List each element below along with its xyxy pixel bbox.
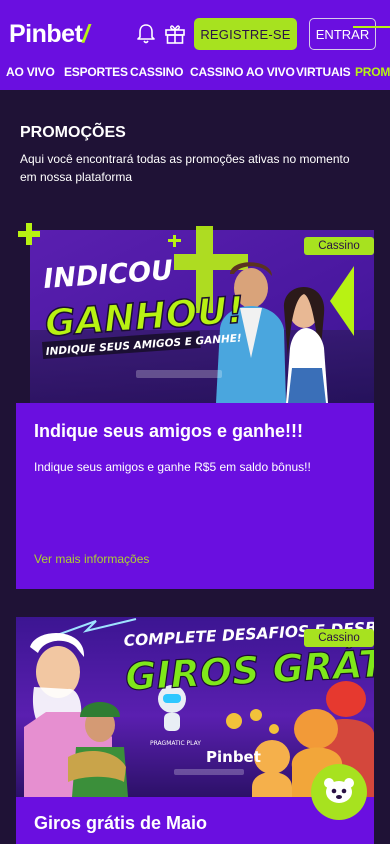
- nav-item-cassino[interactable]: CASSINO: [130, 65, 183, 79]
- promo-description: Indique seus amigos e ganhe R$5 em saldo…: [34, 460, 311, 474]
- pinbet-logo[interactable]: Pinbet/: [9, 20, 89, 49]
- category-badge: Cassino: [304, 629, 374, 647]
- bell-icon[interactable]: [134, 21, 158, 47]
- nav-item-ao-vivo[interactable]: AO VIVO: [6, 65, 55, 79]
- gift-icon[interactable]: [163, 21, 187, 47]
- nav-item-esportes[interactable]: ESPORTES: [64, 65, 128, 79]
- promo-banner-referral[interactable]: INDICOU GANHOU! INDIQUE SEUS AMIGOS E GA…: [16, 218, 374, 403]
- logo-mark: /: [82, 20, 89, 48]
- promo-card-referral[interactable]: Indique seus amigos e ganhe!!! Indique s…: [16, 403, 374, 589]
- nav-item-promocoes[interactable]: PROMO: [355, 65, 390, 79]
- register-button[interactable]: REGISTRE-SE: [194, 18, 297, 50]
- logo-text: Pinbet: [9, 20, 83, 48]
- promo-title: Indique seus amigos e ganhe!!!: [34, 421, 304, 441]
- more-info-link[interactable]: Ver mais informações: [34, 552, 149, 566]
- promo-title: Giros grátis de Maio: [34, 813, 208, 833]
- category-badge: Cassino: [304, 237, 374, 255]
- banner2-partner: PRAGMATIC PLAY: [150, 740, 201, 747]
- login-button[interactable]: ENTRAR: [309, 18, 376, 50]
- nav-item-cassino-ao-vivo[interactable]: CASSINO AO VIVO: [190, 65, 295, 79]
- category-nav: AO VIVO ESPORTES CASSINO CASSINO AO VIVO…: [0, 62, 390, 86]
- page-title: PROMOÇÕES: [20, 124, 126, 141]
- page-description: Aqui você encontrará todas as promoções …: [20, 152, 350, 184]
- nav-active-indicator: [353, 26, 390, 28]
- nav-item-virtuais[interactable]: VIRTUAIS: [296, 65, 351, 79]
- chat-mascot-icon: [322, 775, 356, 810]
- support-chat-button[interactable]: [311, 764, 367, 820]
- top-header: Pinbet/ REGISTRE-SE ENTRAR AO VIVO ESPOR…: [0, 0, 390, 90]
- banner2-brand: Pinbet: [206, 748, 261, 766]
